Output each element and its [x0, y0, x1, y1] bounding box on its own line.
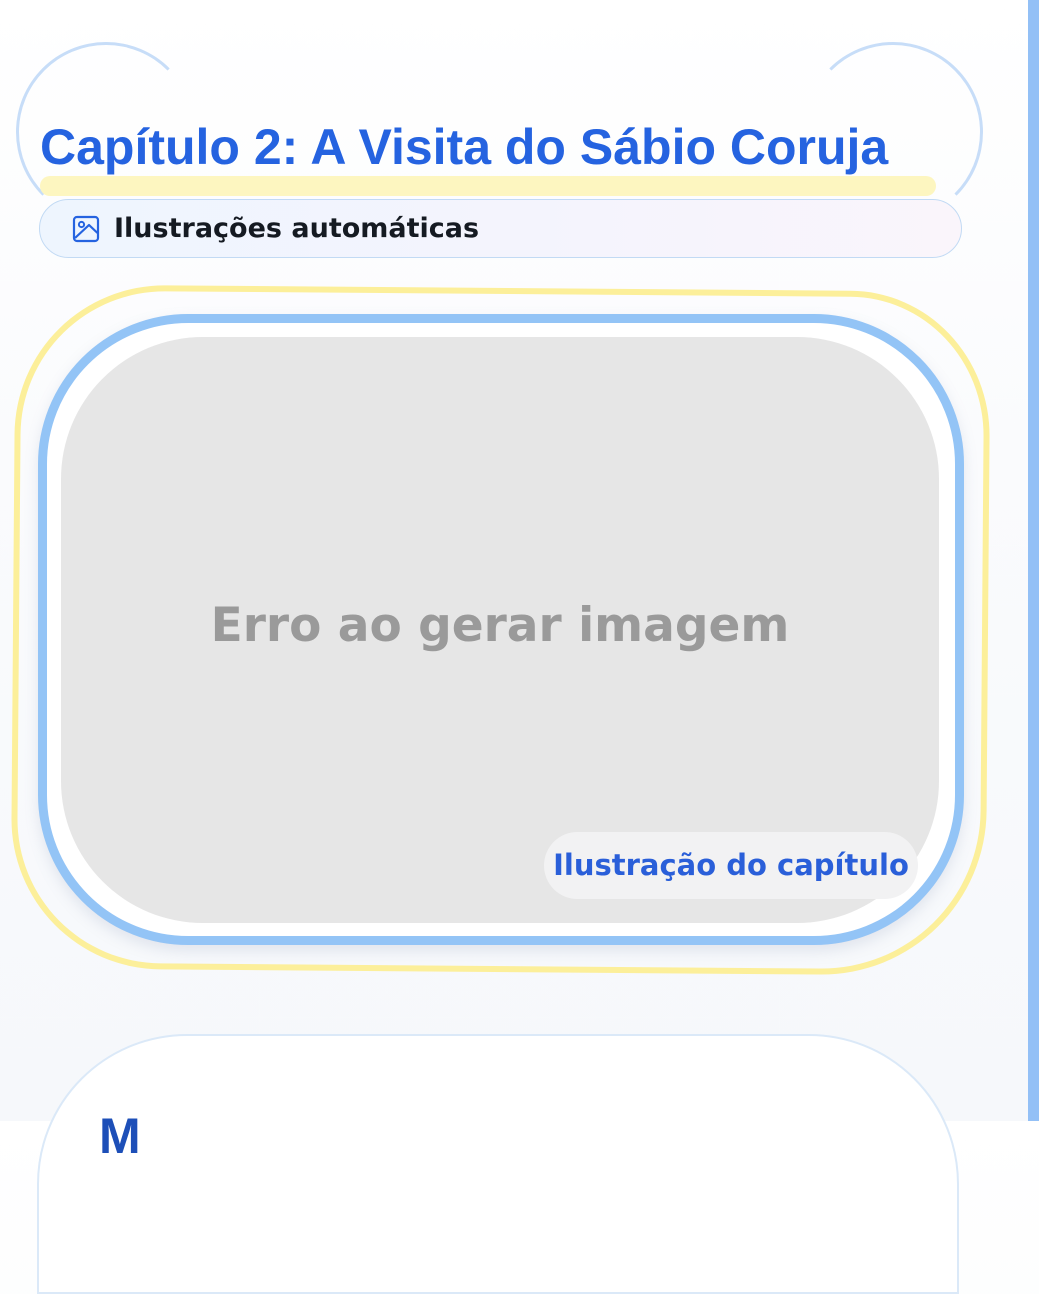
- right-scroll-edge: [1028, 0, 1039, 1121]
- page-title: Capítulo 2: A Visita do Sábio Coruja: [40, 119, 889, 175]
- image-error-message: Erro ao gerar imagem: [210, 598, 790, 653]
- next-section-heading: M: [99, 1108, 141, 1164]
- auto-illustrations-badge: Ilustrações automáticas: [39, 199, 962, 258]
- illustration-caption: Ilustração do capítulo: [544, 832, 918, 899]
- next-section-card: M: [37, 1034, 959, 1294]
- chapter-title-block: Capítulo 2: A Visita do Sábio Coruja: [40, 112, 940, 196]
- image-icon: [72, 215, 100, 243]
- auto-illustrations-label: Ilustrações automáticas: [114, 213, 480, 244]
